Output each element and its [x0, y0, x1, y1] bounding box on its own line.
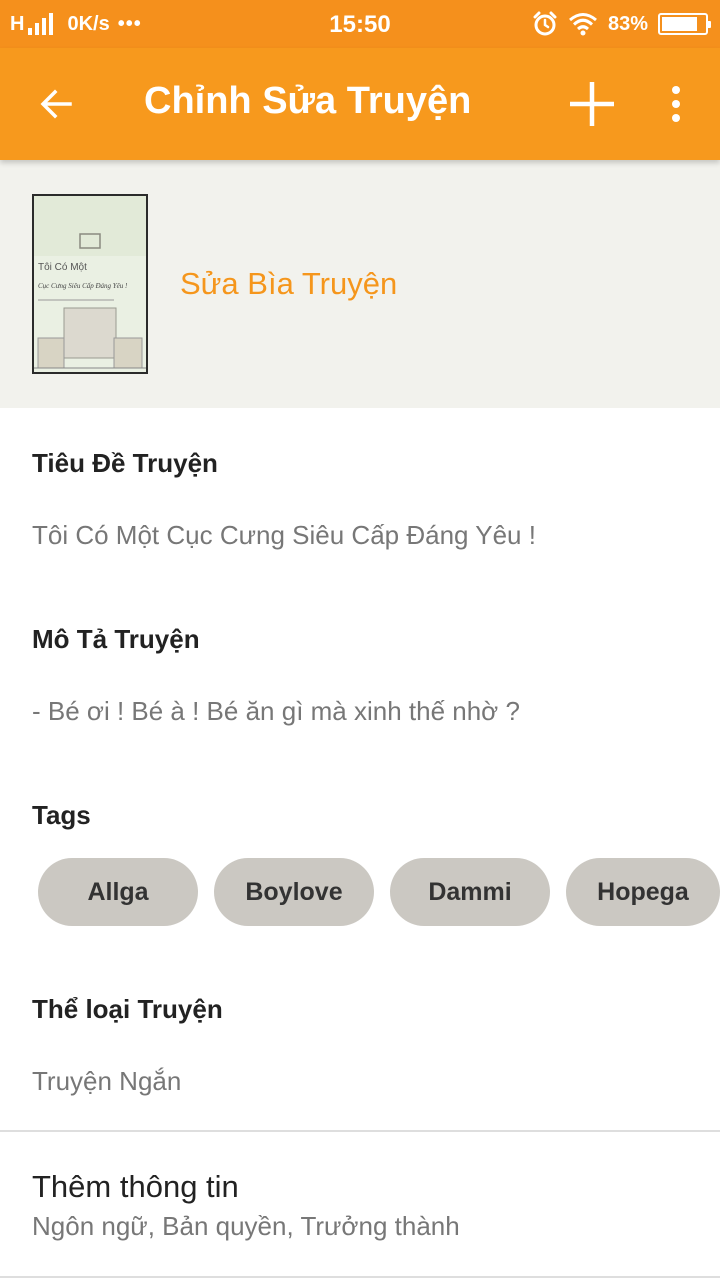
alarm-icon [533, 11, 557, 36]
divider [0, 1276, 720, 1278]
battery-percentage: 83% [607, 12, 648, 35]
tag-chip[interactable]: Dammi [390, 858, 550, 926]
story-title-field[interactable]: Tôi Có Một Cục Cưng Siêu Cấp Đáng Yêu ! [32, 520, 536, 551]
status-bar: H 0K/s ••• 15:50 83% [0, 0, 720, 48]
divider [0, 1130, 720, 1132]
cover-artwork: Tôi Có Một Cục Cưng Siêu Cấp Đáng Yêu ! [34, 196, 146, 372]
genre-label: Thể loại Truyện [32, 994, 223, 1024]
genre-field[interactable]: Truyện Ngắn [32, 1066, 181, 1097]
battery-fill [662, 17, 697, 31]
cover-text-2: Cục Cưng Siêu Cấp Đáng Yêu ! [38, 282, 128, 290]
plus-icon [570, 82, 614, 126]
more-options-button[interactable] [652, 76, 700, 132]
cover-image[interactable]: Tôi Có Một Cục Cưng Siêu Cấp Đáng Yêu ! [32, 194, 148, 374]
story-title-label: Tiêu Đề Truyện [32, 448, 218, 478]
cover-section: Tôi Có Một Cục Cưng Siêu Cấp Đáng Yêu ! … [0, 160, 720, 408]
tag-chip[interactable]: Hopega [566, 858, 720, 926]
description-label: Mô Tả Truyện [32, 624, 200, 654]
edit-cover-link[interactable]: Sửa Bìa Truyện [180, 266, 397, 302]
cover-text-1: Tôi Có Một [38, 262, 87, 273]
status-right: 83% [532, 10, 711, 38]
app-bar: Chỉnh Sửa Truyện [0, 48, 720, 160]
tag-chip[interactable]: Boylove [214, 858, 374, 926]
page-title: Chỉnh Sửa Truyện [144, 80, 472, 122]
battery-icon [658, 13, 711, 35]
back-button[interactable] [28, 76, 84, 132]
more-info-title: Thêm thông tin [32, 1169, 239, 1204]
add-button[interactable] [560, 76, 624, 132]
tags-label: Tags [32, 800, 91, 830]
wifi-icon [569, 13, 597, 36]
arrow-left-icon [40, 89, 72, 119]
more-info-row[interactable]: Thêm thông tin Ngôn ngữ, Bản quyền, Trưở… [0, 1133, 720, 1277]
more-info-subtitle: Ngôn ngữ, Bản quyền, Trưởng thành [32, 1211, 460, 1241]
description-field[interactable]: - Bé ơi ! Bé à ! Bé ăn gì mà xinh thế nh… [32, 696, 520, 727]
tags-list: Allga Boylove Dammi Hopega [38, 858, 720, 926]
tag-chip[interactable]: Allga [38, 858, 198, 926]
more-vertical-icon [672, 86, 680, 122]
